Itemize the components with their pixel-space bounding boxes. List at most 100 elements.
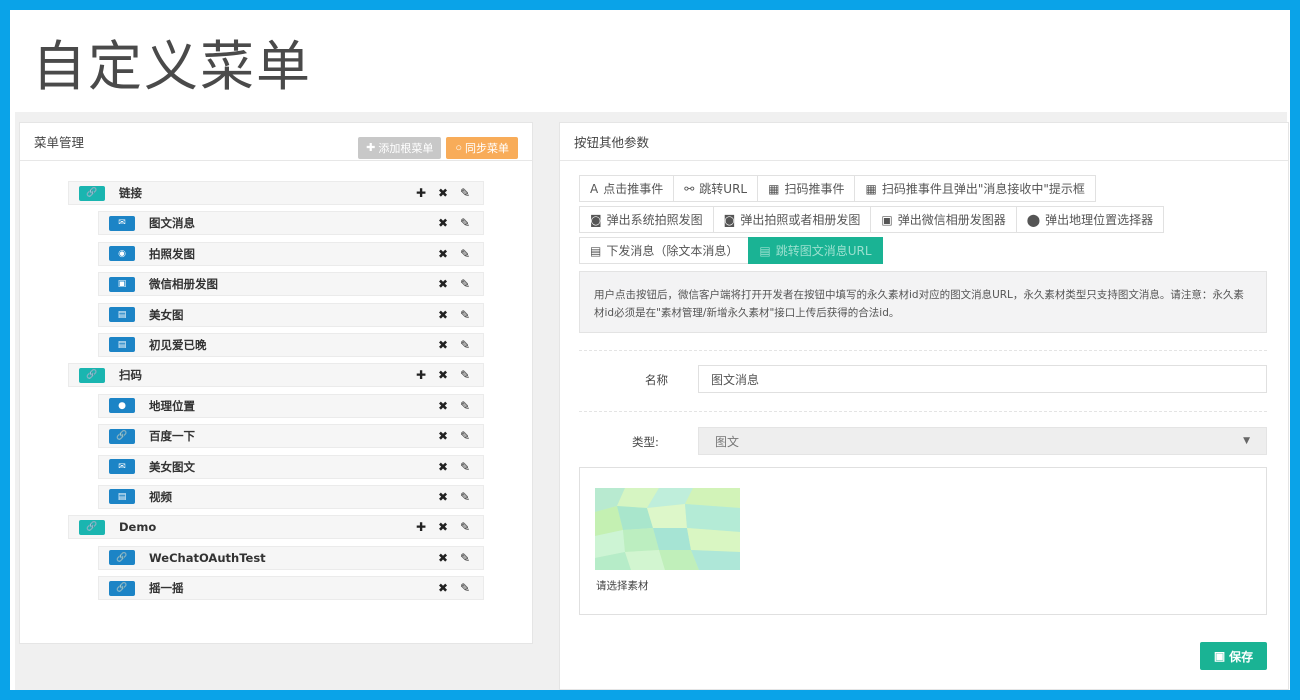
qrcode-icon: ▦ [768,181,780,196]
delete-icon[interactable]: ✖ [437,490,449,504]
menu-tree: 🔗 链接 ✚ ✖ ✎ ✉ 图文消息 ✖ ✎ ◉ 拍照发图 ✖ ✎ ▣ 微信相册发图 ✖ ✎ ▤ 美女图 ✖ ✎ ▤ 初见爱已… [68,181,484,606]
menu-row-child[interactable]: ▤ 初见爱已晚 ✖ ✎ [98,332,484,357]
menu-row-child[interactable]: ● 地理位置 ✖ ✎ [98,393,484,418]
button-type-tab[interactable]: A 点击推事件 [579,175,675,202]
material-thumbnail[interactable] [595,488,740,570]
menu-row-label: 百度一下 [149,429,195,444]
menu-row-child[interactable]: 🔗 百度一下 ✖ ✎ [98,424,484,449]
tab-label: 弹出微信相册发图器 [897,213,1006,227]
add-child-icon[interactable]: ✚ [415,520,427,534]
menu-row-child[interactable]: ◉ 拍照发图 ✖ ✎ [98,241,484,266]
pencil-icon[interactable]: ✎ [459,429,471,443]
button-type-tab[interactable]: ⬤ 弹出地理位置选择器 [1015,206,1165,233]
sync-menu-button[interactable]: ○ 同步菜单 [446,136,518,159]
button-type-tab[interactable]: ▦ 扫码推事件 [757,175,856,202]
envelope-icon: ✉ [109,215,135,231]
button-type-tab[interactable]: ◙ 弹出系统拍照发图 [579,206,714,233]
menu-row-label: 视频 [149,489,172,504]
menu-row-child[interactable]: 🔗 摇一摇 ✖ ✎ [98,576,484,601]
menu-row-child[interactable]: ✉ 美女图文 ✖ ✎ [98,454,484,479]
delete-icon[interactable]: ✖ [437,308,449,322]
delete-icon[interactable]: ✖ [437,460,449,474]
pencil-icon[interactable]: ✎ [459,581,471,595]
delete-icon[interactable]: ✖ [437,277,449,291]
menu-row-child[interactable]: 🔗 WeChatOAuthTest ✖ ✎ [98,545,484,570]
delete-icon[interactable]: ✖ [437,520,449,534]
delete-icon[interactable]: ✖ [437,338,449,352]
tab-label: 弹出系统拍照发图 [606,213,703,227]
pencil-icon[interactable]: ✎ [459,308,471,322]
button-type-tab[interactable]: ▦ 扫码推事件且弹出"消息接收中"提示框 [854,175,1096,202]
params-panel-header: 按钮其他参数 [560,123,1288,161]
button-type-tab[interactable]: ▣ 弹出微信相册发图器 [870,206,1017,233]
pencil-icon[interactable]: ✎ [459,216,471,230]
name-input[interactable]: 图文消息 [698,365,1267,393]
plus-icon: ✚ [366,142,376,154]
pencil-icon[interactable]: ✎ [459,551,471,565]
menu-row-label: WeChatOAuthTest [149,550,266,565]
menu-row-parent[interactable]: 🔗 链接 ✚ ✖ ✎ [68,181,484,205]
qrcode-icon: ▦ [865,181,877,196]
pencil-icon[interactable]: ✎ [459,338,471,352]
app-frame: 自定义菜单 菜单管理 ✚ 添加根菜单 ○ 同步菜单 🔗 链接 ✚ ✖ ✎ ✉ 图文消息 ✖ ✎ ◉… [10,10,1290,690]
menu-row-child[interactable]: ▤ 美女图 ✖ ✎ [98,302,484,327]
menu-panel-header: 菜单管理 ✚ 添加根菜单 ○ 同步菜单 [20,123,532,161]
pencil-icon[interactable]: ✎ [459,368,471,382]
save-button[interactable]: ▣ 保存 [1200,642,1267,670]
tab-label: 弹出地理位置选择器 [1045,213,1154,227]
menu-row-parent[interactable]: 🔗 扫码 ✚ ✖ ✎ [68,363,484,388]
add-child-icon[interactable]: ✚ [415,186,427,200]
delete-icon[interactable]: ✖ [437,429,449,443]
type-description: 用户点击按钮后，微信客户端将打开开发者在按钮中填写的永久素材id对应的图文消息U… [579,271,1267,333]
pencil-icon[interactable]: ✎ [459,186,471,200]
menu-row-label: 地理位置 [149,398,195,413]
tab-line: ▤ 下发消息（除文本消息） ▤ 跳转图文消息URL [579,237,1259,266]
caret-down-icon: ▼ [1243,436,1250,446]
button-type-tab[interactable]: ▤ 跳转图文消息URL [748,237,883,264]
camera-icon: ◙ [590,212,602,227]
menu-row-label: 美女图文 [149,459,195,474]
pencil-icon[interactable]: ✎ [459,247,471,261]
link-icon: 🔗 [79,367,105,383]
camera-icon: ◉ [109,246,135,262]
add-root-menu-button[interactable]: ✚ 添加根菜单 [358,136,442,159]
page-title: 自定义菜单 [32,35,312,98]
pencil-icon[interactable]: ✎ [459,520,471,534]
tab-label: 弹出拍照或者相册发图 [740,213,861,227]
link-icon: 🔗 [79,185,105,201]
pencil-icon[interactable]: ✎ [459,399,471,413]
menu-row-child[interactable]: ▤ 视频 ✖ ✎ [98,484,484,509]
menu-row-parent[interactable]: 🔗 Demo ✚ ✖ ✎ [68,515,484,540]
menu-row-label: 链接 [119,186,142,200]
font-icon: A [590,181,599,196]
delete-icon[interactable]: ✖ [437,399,449,413]
menu-panel-title: 菜单管理 [34,135,85,150]
pencil-icon[interactable]: ✎ [459,490,471,504]
add-child-icon[interactable]: ✚ [415,368,427,382]
delete-icon[interactable]: ✖ [437,247,449,261]
pencil-icon[interactable]: ✎ [459,277,471,291]
delete-icon[interactable]: ✖ [437,216,449,230]
type-select[interactable]: 图文 ▼ [698,427,1267,455]
button-type-tab[interactable]: ▤ 下发消息（除文本消息） [579,237,750,264]
map-marker-icon: ⬤ [1026,212,1041,227]
delete-icon[interactable]: ✖ [437,186,449,200]
pencil-icon[interactable]: ✎ [459,460,471,474]
delete-icon[interactable]: ✖ [437,368,449,382]
delete-icon[interactable]: ✖ [437,551,449,565]
menu-row-child[interactable]: ▣ 微信相册发图 ✖ ✎ [98,272,484,297]
envelope-icon: ✉ [109,459,135,475]
menu-row-child[interactable]: ✉ 图文消息 ✖ ✎ [98,211,484,236]
button-type-tabs: A 点击推事件 ⚯ 跳转URL ▦ 扫码推事件 ▦ 扫码推事件且弹出"消息接收中"提示框 ◙ 弹出… [579,175,1259,268]
material-box: 请选择素材 [579,467,1267,615]
menu-row-label: 拍照发图 [149,246,195,261]
menu-row-label: Demo [119,520,157,535]
button-type-tab[interactable]: ◙ 弹出拍照或者相册发图 [712,206,872,233]
sync-menu-label: 同步菜单 [465,142,509,155]
button-type-tab[interactable]: ⚯ 跳转URL [673,175,759,202]
params-panel-title: 按钮其他参数 [574,135,650,150]
floppy-icon: ▣ [1213,649,1226,663]
tab-label: 跳转URL [699,182,748,196]
menu-management-panel: 菜单管理 ✚ 添加根菜单 ○ 同步菜单 🔗 链接 ✚ ✖ ✎ ✉ 图文消息 ✖ ✎ ◉ 拍照发图 ✖ ✎… [19,122,533,644]
delete-icon[interactable]: ✖ [437,581,449,595]
